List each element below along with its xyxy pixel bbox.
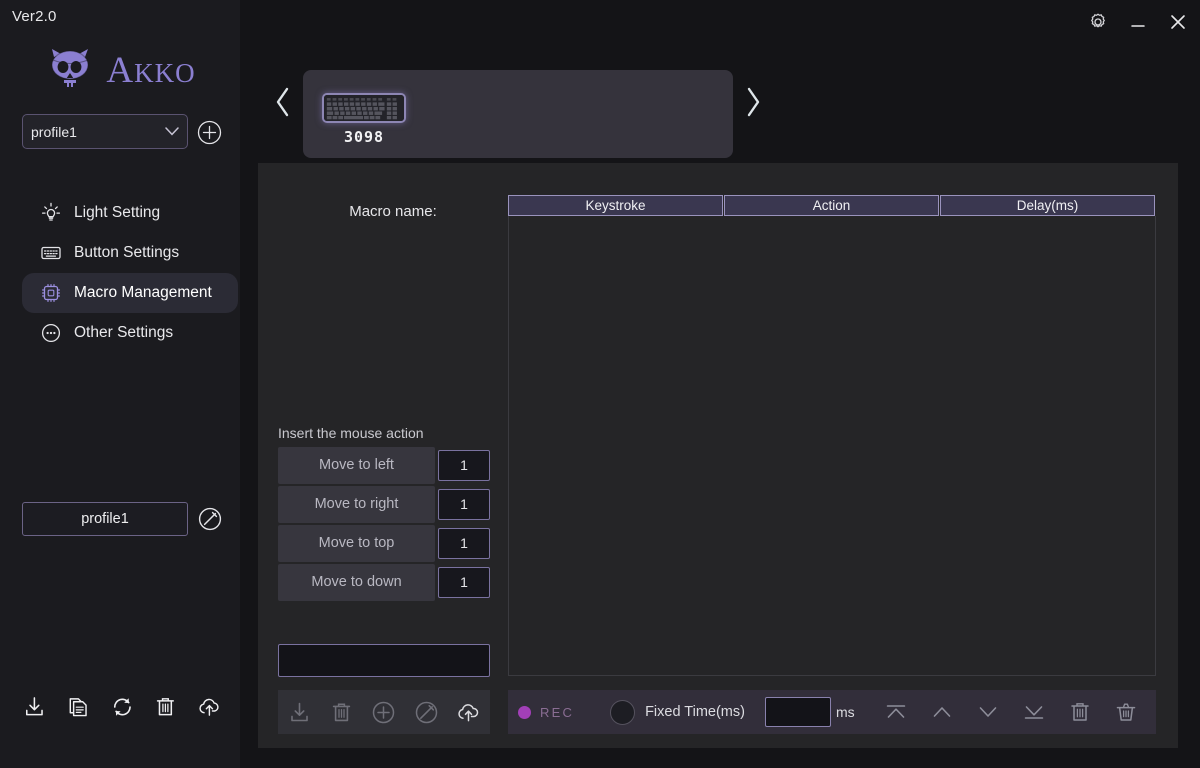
sidebar-item-label: Other Settings (74, 324, 174, 341)
move-to-down-button[interactable]: Move to down (278, 563, 435, 601)
app-window: Ver2.0 AKKO profile1 Light Setting Butto… (0, 0, 1200, 768)
akko-cat-skull-icon (51, 49, 89, 87)
move-to-bottom-icon[interactable] (1021, 699, 1047, 725)
window-controls (1088, 12, 1188, 32)
version-label: Ver2.0 (12, 8, 57, 25)
brand-name: AKKO (106, 49, 196, 91)
table-column-keystroke[interactable]: Keystroke (508, 195, 723, 216)
move-up-icon[interactable] (929, 699, 955, 725)
macro-name-input[interactable] (278, 644, 490, 677)
import-icon[interactable] (287, 700, 312, 725)
move-to-top-value[interactable]: 1 (438, 527, 490, 559)
light-bulb-icon (41, 202, 61, 221)
keyboard-thumbnail-icon (322, 93, 406, 123)
close-icon[interactable] (1168, 12, 1188, 32)
fixed-time-input[interactable] (764, 697, 831, 727)
sidebar-menu: Light Setting Button Settings Macro Mana… (22, 193, 238, 353)
download-icon[interactable] (22, 694, 47, 720)
macro-table-header: Keystroke Action Delay(ms) (508, 195, 1156, 216)
table-column-delay[interactable]: Delay(ms) (940, 195, 1155, 216)
duplicate-icon[interactable] (66, 694, 91, 720)
device-card[interactable]: 3098 (303, 70, 733, 158)
gear-icon[interactable] (1088, 12, 1108, 32)
export-cloud-icon[interactable] (456, 700, 481, 725)
move-to-top-button[interactable]: Move to top (278, 524, 435, 562)
fixed-time-radio[interactable] (610, 699, 636, 725)
move-to-left-value[interactable]: 1 (438, 449, 490, 481)
device-name: 3098 (343, 128, 385, 146)
move-to-down-value[interactable]: 1 (438, 566, 490, 598)
mouse-action-list: Move to left 1 Move to right 1 Move to t… (278, 446, 490, 602)
move-to-left-button[interactable]: Move to left (278, 446, 435, 484)
insert-mouse-action-label: Insert the mouse action (278, 425, 424, 441)
profile-select[interactable]: profile1 (22, 114, 188, 149)
minimize-icon[interactable] (1128, 12, 1148, 32)
mouse-action-row: Move to left 1 (278, 446, 490, 484)
macro-name-label: Macro name: (349, 203, 437, 220)
sidebar-item-label: Light Setting (74, 204, 161, 221)
next-device-button[interactable] (744, 86, 762, 118)
brand-logo: AKKO (0, 38, 240, 100)
sidebar-item-other-settings[interactable]: Other Settings (22, 313, 238, 353)
chevron-down-icon (165, 127, 179, 136)
edit-profile-button[interactable] (198, 507, 222, 531)
profile-select-value: profile1 (31, 123, 77, 140)
sidebar-item-macro-management[interactable]: Macro Management (22, 273, 238, 313)
sidebar-item-label: Macro Management (74, 284, 212, 301)
mouse-action-row: Move to right 1 (278, 485, 490, 523)
prev-device-button[interactable] (274, 86, 292, 118)
record-indicator-icon[interactable] (518, 705, 531, 719)
keyboard-icon (41, 246, 61, 260)
add-icon[interactable] (371, 700, 396, 725)
mouse-action-row: Move to top 1 (278, 524, 490, 562)
move-to-right-button[interactable]: Move to right (278, 485, 435, 523)
sidebar: Ver2.0 AKKO profile1 Light Setting Butto… (0, 0, 240, 768)
profile-name-row: profile1 (22, 502, 222, 536)
dots-circle-icon (41, 323, 61, 343)
ms-unit-label: ms (835, 704, 855, 720)
mouse-action-row: Move to down 1 (278, 563, 490, 601)
record-bar: REC Fixed Time(ms) ms (508, 690, 1156, 734)
sidebar-item-label: Button Settings (74, 244, 180, 261)
sidebar-item-button-settings[interactable]: Button Settings (22, 233, 238, 273)
move-down-icon[interactable] (975, 699, 1001, 725)
main-panel: Macro name: Insert the mouse action Move… (258, 163, 1178, 748)
delete-icon[interactable] (153, 694, 178, 720)
record-label: REC (540, 704, 575, 720)
edit-icon[interactable] (414, 700, 439, 725)
sidebar-item-light-setting[interactable]: Light Setting (22, 193, 238, 233)
add-profile-button[interactable] (197, 120, 222, 145)
move-to-top-icon[interactable] (883, 699, 909, 725)
device-carousel: 3098 (258, 58, 778, 158)
row-order-tools (883, 699, 1139, 725)
delete-row-icon[interactable] (1067, 699, 1093, 725)
profile-name-field[interactable]: profile1 (22, 502, 188, 536)
sidebar-tools (22, 694, 222, 720)
fixed-time-label: Fixed Time(ms) (645, 704, 745, 720)
sync-icon[interactable] (110, 694, 135, 720)
macro-table-body[interactable] (508, 216, 1156, 676)
profile-name-value: profile1 (81, 511, 129, 527)
chip-icon (42, 284, 60, 302)
cloud-upload-icon[interactable] (197, 694, 222, 720)
clear-all-icon[interactable] (1113, 699, 1139, 725)
macro-toolbar (278, 690, 490, 734)
move-to-right-value[interactable]: 1 (438, 488, 490, 520)
table-column-action[interactable]: Action (724, 195, 939, 216)
profile-selector-row: profile1 (22, 114, 222, 150)
delete-icon[interactable] (329, 700, 354, 725)
